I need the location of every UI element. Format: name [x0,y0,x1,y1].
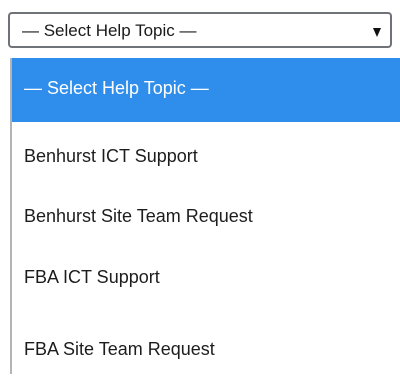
option-label: — Select Help Topic — [24,78,209,98]
triangle-down-icon[interactable] [373,28,381,37]
option-label: FBA Site Team Request [24,339,215,359]
option-label: Benhurst ICT Support [24,146,198,166]
option-label: Benhurst Site Team Request [24,206,253,226]
option-fba-ict-support[interactable]: FBA ICT Support [12,250,400,314]
option-benhurst-ict-support[interactable]: Benhurst ICT Support [12,122,400,186]
option-fba-site-team-request[interactable]: FBA Site Team Request [12,314,400,378]
option-label: FBA ICT Support [24,267,160,287]
help-topic-select-value: — Select Help Topic — [22,21,197,40]
help-topic-select[interactable]: — Select Help Topic — [8,12,392,48]
option-benhurst-site-team-request[interactable]: Benhurst Site Team Request [12,186,400,250]
help-topic-dropdown-list: — Select Help Topic — Benhurst ICT Suppo… [10,58,400,374]
option-select-help-topic[interactable]: — Select Help Topic — [12,58,400,122]
